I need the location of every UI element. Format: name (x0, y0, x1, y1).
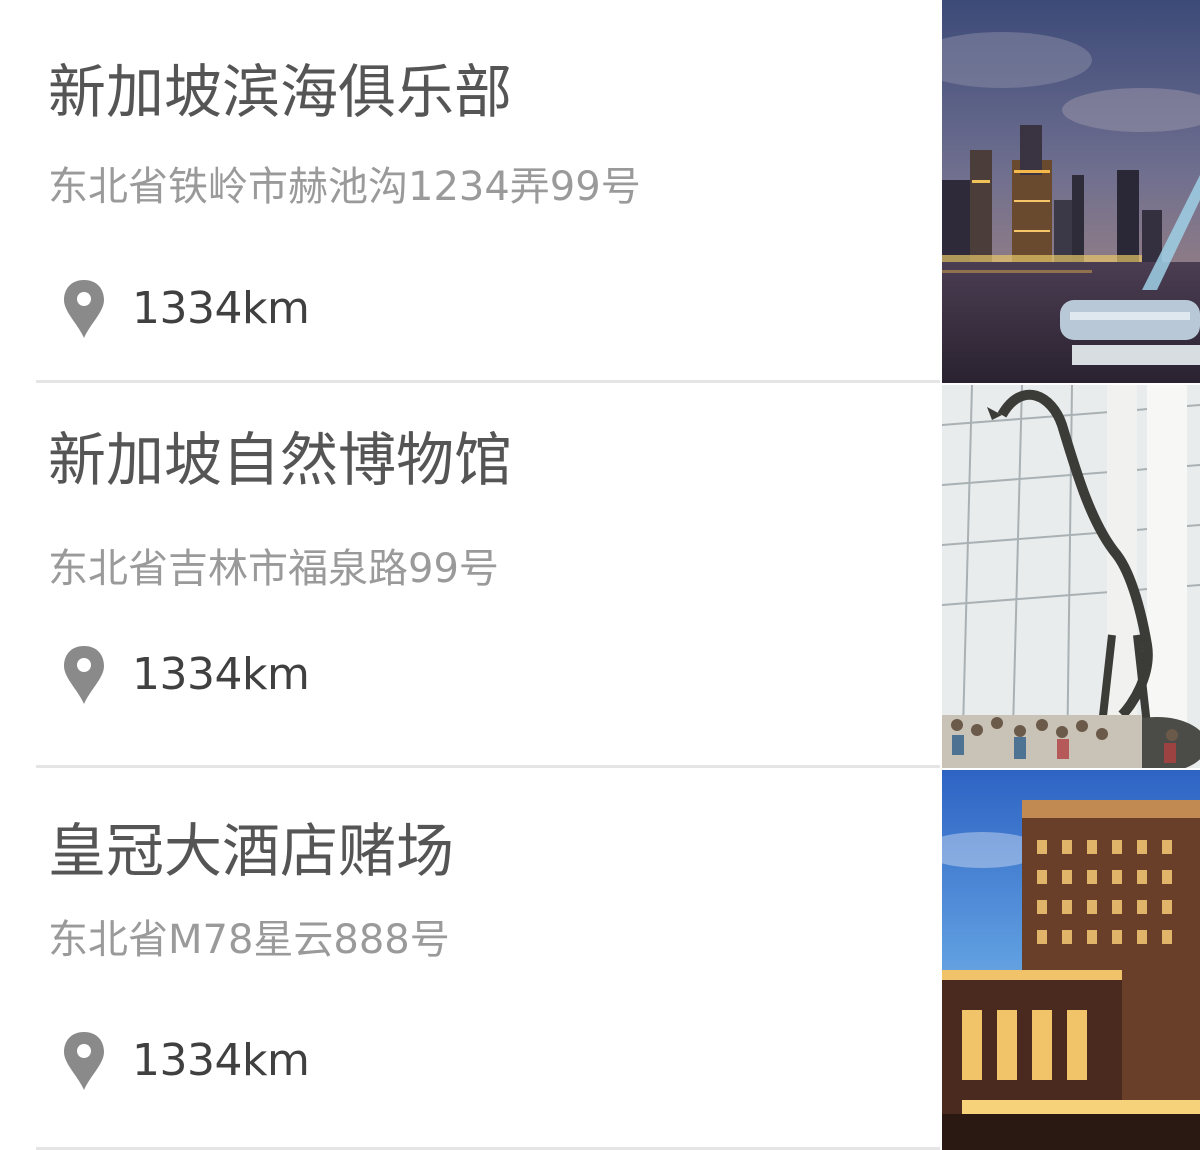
place-list: 新加坡滨海俱乐部 东北省铁岭市赫池沟1234弄99号 1334km 新加坡自然博… (0, 0, 1200, 1150)
place-name: 皇冠大酒店赌场 (48, 817, 455, 885)
place-name: 新加坡自然博物馆 (48, 426, 513, 494)
divider (36, 380, 940, 383)
place-list-item[interactable]: 新加坡自然博物馆 东北省吉林市福泉路99号 1334km (0, 385, 1200, 768)
place-thumbnail (942, 770, 1200, 1150)
place-thumbnail (942, 0, 1200, 383)
distance-row: 1334km (60, 643, 310, 707)
distance-row: 1334km (60, 1029, 310, 1093)
map-pin-icon (64, 1032, 104, 1090)
place-list-item[interactable]: 皇冠大酒店赌场 东北省M78星云888号 1334km (0, 770, 1200, 1150)
place-thumbnail (942, 385, 1200, 768)
place-list-item[interactable]: 新加坡滨海俱乐部 东北省铁岭市赫池沟1234弄99号 1334km (0, 0, 1200, 383)
distance-label: 1334km (132, 649, 310, 700)
place-name: 新加坡滨海俱乐部 (48, 58, 513, 126)
map-pin-icon (64, 280, 104, 338)
distance-label: 1334km (132, 283, 310, 334)
distance-row: 1334km (60, 277, 310, 341)
divider (36, 765, 940, 768)
place-address: 东北省铁岭市赫池沟1234弄99号 (48, 164, 641, 210)
distance-label: 1334km (132, 1035, 310, 1086)
place-address: 东北省吉林市福泉路99号 (48, 546, 499, 592)
map-pin-icon (64, 646, 104, 704)
place-address: 东北省M78星云888号 (48, 917, 450, 963)
